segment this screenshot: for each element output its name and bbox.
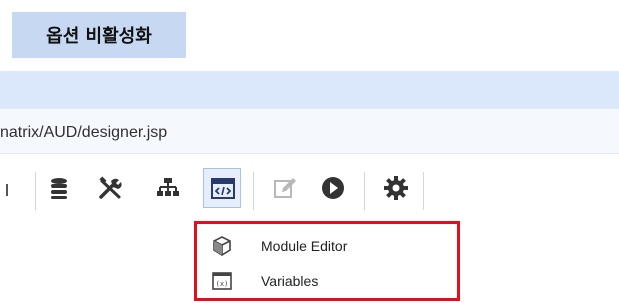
svg-text:(x): (x)	[216, 280, 229, 288]
code-button[interactable]	[203, 168, 241, 208]
sitemap-icon[interactable]	[155, 175, 181, 201]
gear-icon[interactable]	[383, 175, 409, 201]
toolbar-separator	[35, 172, 36, 210]
browser-tab-strip	[0, 71, 619, 108]
address-url[interactable]: natrix/AUD/designer.jsp	[0, 124, 167, 142]
tools-icon[interactable]	[97, 175, 123, 201]
designer-toolbar	[0, 155, 619, 217]
menu-item-label: Module Editor	[261, 238, 348, 254]
code-icon	[211, 178, 235, 199]
cube-icon	[211, 235, 233, 257]
toolbar-separator	[364, 172, 365, 210]
menu-item-module-editor[interactable]: Module Editor	[197, 229, 457, 263]
menu-item-label: Variables	[261, 273, 319, 289]
variable-icon: (x)	[211, 270, 233, 292]
menu-item-variables[interactable]: (x) Variables	[197, 264, 457, 298]
toolbar-separator	[423, 172, 424, 210]
toolbar-partial-icon	[6, 184, 8, 196]
play-icon[interactable]	[320, 175, 346, 201]
address-bar[interactable]: natrix/AUD/designer.jsp	[0, 108, 619, 154]
code-dropdown-menu: Module Editor (x) Variables	[194, 221, 460, 301]
edit-icon	[272, 175, 298, 201]
toolbar-separator	[253, 172, 254, 210]
caption-label: 옵션 비활성화	[12, 12, 186, 58]
database-icon[interactable]	[46, 175, 72, 201]
